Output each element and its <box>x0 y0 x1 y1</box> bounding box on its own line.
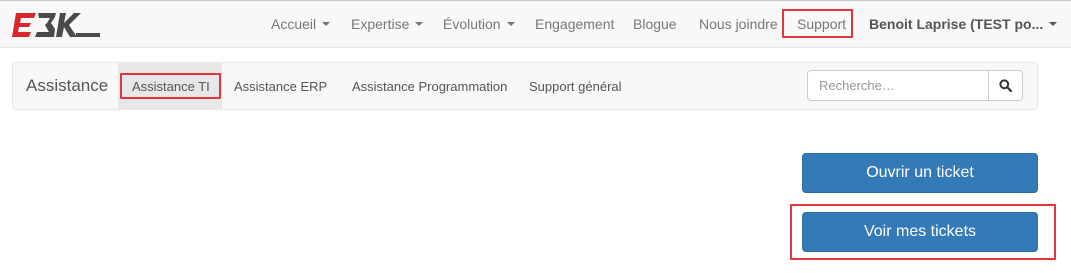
nav-engagement[interactable]: Engagement <box>535 0 614 48</box>
assistance-brand[interactable]: Assistance <box>26 62 108 110</box>
subnav-assistance-programmation-label: Assistance Programmation <box>352 78 508 94</box>
nav-blogue[interactable]: Blogue <box>633 0 677 48</box>
search-icon <box>999 79 1012 92</box>
subnav-assistance-programmation[interactable]: Assistance Programmation <box>352 62 507 110</box>
view-tickets-highlight-box <box>790 204 1056 260</box>
user-name: Benoit Laprise (TEST po... <box>869 16 1044 32</box>
nav-expertise-label: Expertise <box>351 16 410 32</box>
nav-accueil[interactable]: Accueil <box>271 0 331 48</box>
nav-engagement-label: Engagement <box>535 16 615 32</box>
nav-nous-joindre-label: Nous joindre <box>699 16 778 32</box>
caret-down-icon <box>322 22 331 26</box>
caret-down-icon <box>415 22 424 26</box>
open-ticket-label: Ouvrir un ticket <box>866 164 974 181</box>
support-highlight-box <box>782 9 853 38</box>
nav-evolution-label: Évolution <box>443 16 501 32</box>
subnav-assistance-erp[interactable]: Assistance ERP <box>234 62 327 110</box>
e3k-logo[interactable] <box>12 11 100 39</box>
nav-expertise[interactable]: Expertise <box>351 0 424 48</box>
user-menu[interactable]: Benoit Laprise (TEST po... <box>869 0 1058 48</box>
subnav-support-general[interactable]: Support général <box>529 62 622 110</box>
nav-accueil-label: Accueil <box>271 16 317 32</box>
caret-down-icon <box>506 22 515 26</box>
nav-evolution[interactable]: Évolution <box>443 0 515 48</box>
search-input[interactable] <box>807 70 989 101</box>
caret-down-icon <box>1049 22 1058 26</box>
search-button[interactable] <box>988 70 1023 101</box>
assistance-brand-label: Assistance <box>26 76 109 95</box>
nav-nous-joindre[interactable]: Nous joindre <box>699 0 778 48</box>
logo-3k-letters <box>35 13 100 37</box>
open-ticket-button[interactable]: Ouvrir un ticket <box>802 153 1038 193</box>
subnav-support-general-label: Support général <box>529 78 622 94</box>
assistance-ti-highlight-box <box>120 73 221 99</box>
logo-e-letter <box>12 13 36 37</box>
nav-blogue-label: Blogue <box>633 16 677 32</box>
subnav-assistance-erp-label: Assistance ERP <box>234 78 328 94</box>
